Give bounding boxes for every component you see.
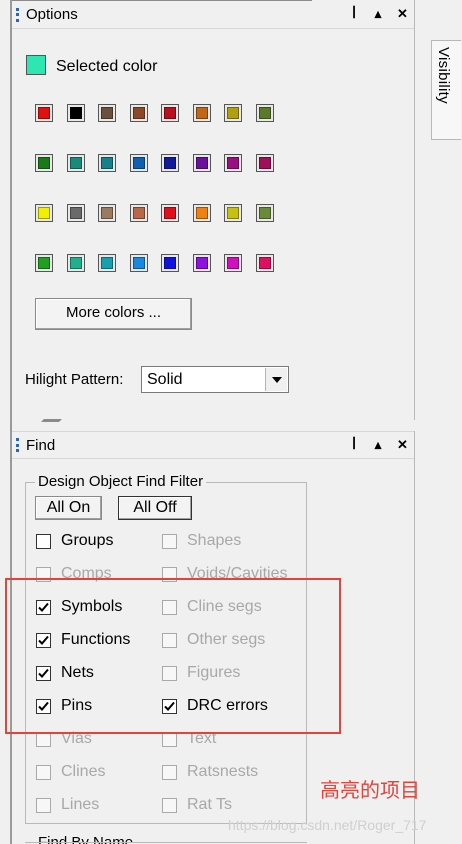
- checkbox-box[interactable]: [36, 533, 51, 549]
- checkbox-box: [36, 764, 51, 780]
- color-swatch[interactable]: [98, 154, 116, 172]
- pin-icon[interactable]: ꟾ: [349, 6, 359, 22]
- color-swatch[interactable]: [35, 104, 53, 122]
- color-swatch[interactable]: [161, 104, 179, 122]
- pin-icon[interactable]: ꟾ: [349, 437, 359, 453]
- color-swatch[interactable]: [224, 254, 242, 272]
- color-swatch[interactable]: [161, 154, 179, 172]
- color-swatch[interactable]: [35, 254, 53, 272]
- selected-color-swatch[interactable]: [26, 55, 46, 75]
- close-icon[interactable]: ✕: [397, 6, 408, 22]
- color-swatch[interactable]: [192, 204, 211, 222]
- cutoff-icon: [36, 414, 66, 422]
- visibility-tab[interactable]: Visibility: [431, 40, 461, 140]
- checkbox-label: Groups: [61, 532, 114, 549]
- color-swatch[interactable]: [66, 104, 85, 122]
- triangle-up-icon[interactable]: ▴: [373, 6, 383, 22]
- color-swatch[interactable]: [192, 154, 211, 172]
- checkbox-box: [162, 533, 177, 549]
- color-swatch[interactable]: [192, 254, 211, 272]
- options-title-bar[interactable]: Options ꟾ ▴ ✕: [12, 1, 415, 29]
- drag-grip-icon[interactable]: [16, 7, 20, 22]
- chevron-down-icon[interactable]: [265, 368, 287, 391]
- color-swatch[interactable]: [129, 254, 148, 272]
- highlight-annotation-note: 高亮的项目: [320, 780, 420, 802]
- color-swatch[interactable]: [224, 204, 242, 222]
- find-filter-group-label: Design Object Find Filter: [35, 473, 207, 490]
- filter-checkbox-rat-ts: Rat Ts: [162, 796, 232, 814]
- selected-color-label: Selected color: [56, 58, 158, 75]
- watermark: https://blog.csdn.net/Roger_717: [228, 817, 427, 833]
- color-swatch[interactable]: [192, 104, 211, 122]
- hilight-pattern-label: Hilight Pattern:: [25, 371, 124, 388]
- find-title: Find: [26, 436, 56, 454]
- color-swatch[interactable]: [224, 104, 242, 122]
- checkbox-label: Clines: [61, 763, 106, 780]
- color-swatch[interactable]: [66, 154, 85, 172]
- color-swatch[interactable]: [129, 104, 148, 122]
- color-swatch[interactable]: [66, 204, 85, 222]
- color-swatch[interactable]: [129, 154, 148, 172]
- all-off-button[interactable]: All Off: [118, 496, 192, 520]
- drag-grip-icon[interactable]: [16, 438, 20, 452]
- checkbox-label: Rat Ts: [187, 796, 233, 813]
- checkbox-label: Ratsnests: [187, 763, 259, 780]
- more-colors-button[interactable]: More colors ...: [35, 298, 192, 330]
- filter-checkbox-groups[interactable]: Groups: [36, 532, 113, 550]
- highlight-annotation-box: [5, 578, 341, 734]
- color-swatch[interactable]: [255, 204, 274, 222]
- close-icon[interactable]: ✕: [397, 437, 408, 453]
- filter-checkbox-ratsnests: Ratsnests: [162, 763, 258, 781]
- color-swatch[interactable]: [98, 254, 116, 272]
- filter-checkbox-lines: Lines: [36, 796, 99, 814]
- color-swatch[interactable]: [255, 154, 274, 172]
- color-swatch[interactable]: [255, 254, 274, 272]
- color-swatch[interactable]: [255, 104, 274, 122]
- color-swatch[interactable]: [161, 254, 179, 272]
- checkbox-label: Lines: [61, 796, 100, 813]
- color-swatch[interactable]: [129, 204, 148, 222]
- options-right-border: [414, 0, 415, 420]
- hilight-pattern-select[interactable]: Solid: [141, 366, 289, 393]
- color-swatch[interactable]: [98, 104, 116, 122]
- checkbox-box: [162, 764, 177, 780]
- filter-checkbox-clines: Clines: [36, 763, 105, 781]
- color-swatch[interactable]: [161, 204, 179, 222]
- color-swatch[interactable]: [98, 204, 116, 222]
- options-title: Options: [26, 6, 78, 23]
- all-on-button[interactable]: All On: [35, 496, 102, 520]
- find-title-bar[interactable]: Find ꟾ ▴ ✕: [12, 431, 415, 459]
- checkbox-box: [36, 797, 51, 813]
- filter-checkbox-shapes: Shapes: [162, 532, 241, 550]
- triangle-up-icon[interactable]: ▴: [373, 437, 383, 453]
- color-swatch[interactable]: [224, 154, 242, 172]
- hilight-pattern-value: Solid: [147, 371, 183, 388]
- visibility-tab-label: Visibility: [435, 47, 452, 104]
- color-swatch[interactable]: [66, 254, 85, 272]
- color-swatch[interactable]: [35, 204, 53, 222]
- checkbox-label: Shapes: [187, 532, 242, 549]
- checkbox-box: [162, 797, 177, 813]
- color-swatch[interactable]: [35, 154, 53, 172]
